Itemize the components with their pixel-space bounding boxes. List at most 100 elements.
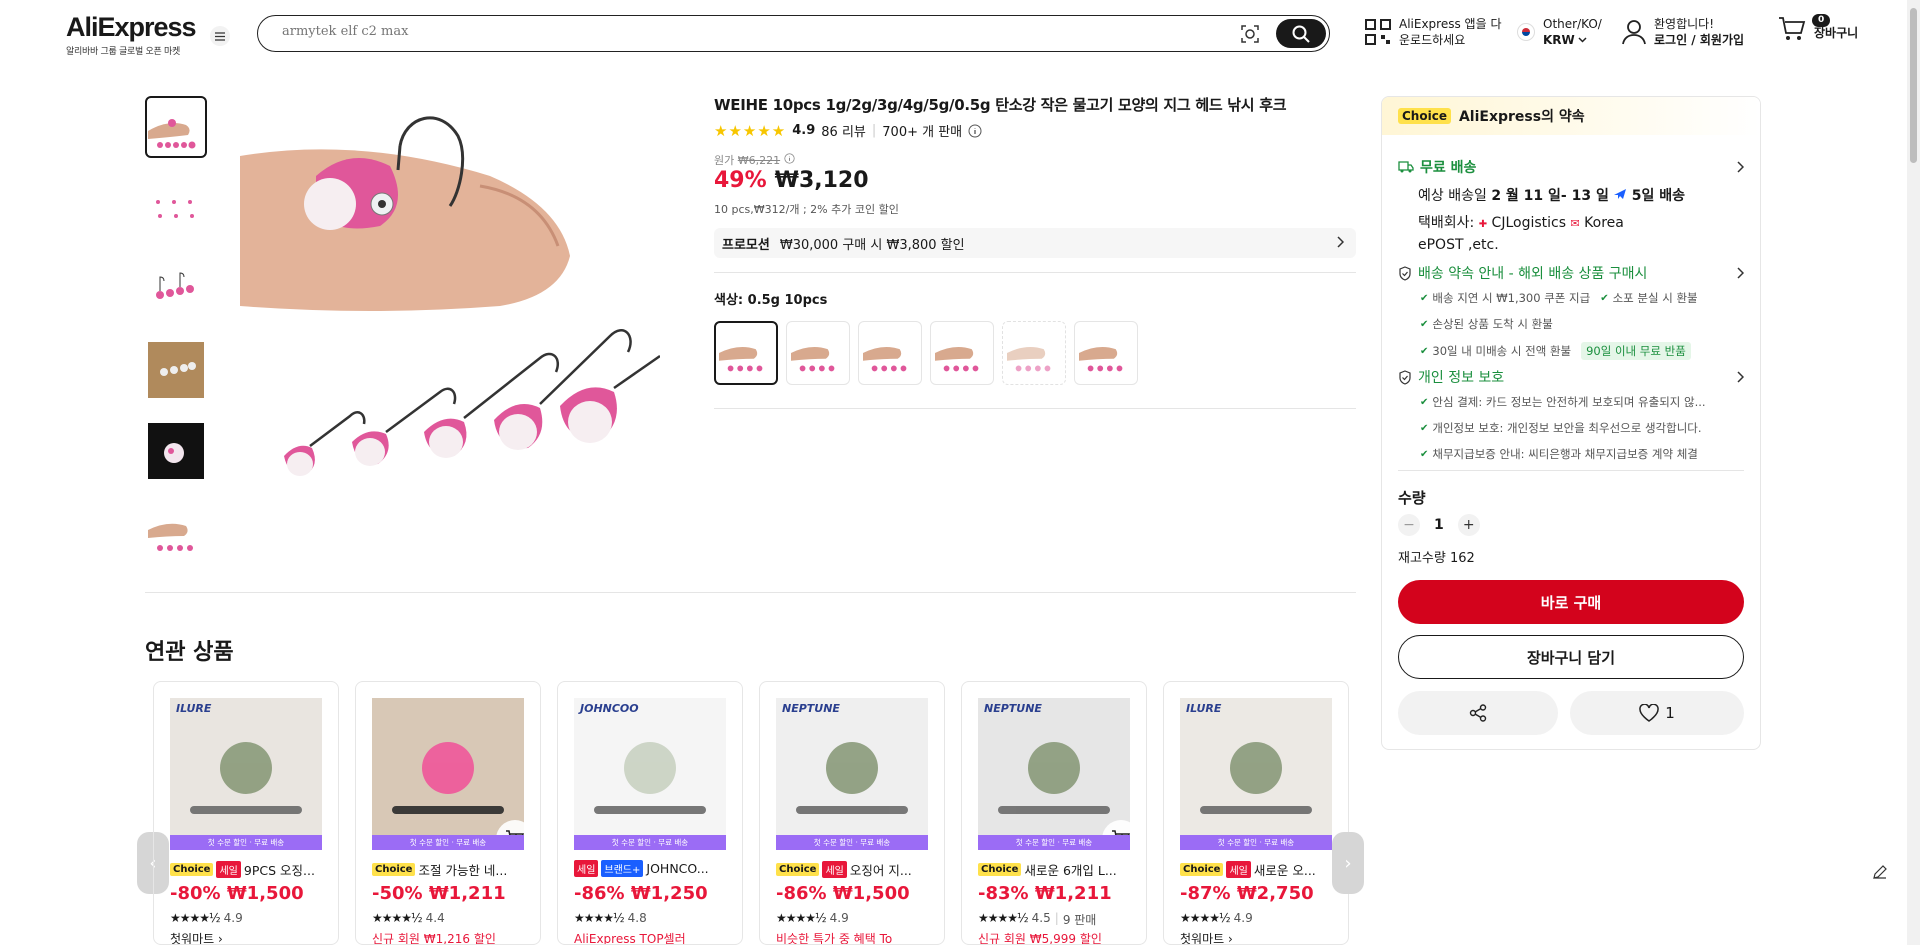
app-line-2: 운로드하세요 <box>1399 33 1466 47</box>
product-tag: 세일 <box>822 861 847 878</box>
color-swatch[interactable] <box>786 321 850 385</box>
product-image[interactable] <box>372 698 534 858</box>
carousel-next-button[interactable]: › <box>1332 832 1364 894</box>
carrier-1: CJLogistics <box>1491 215 1567 231</box>
promotion-banner[interactable]: 프로모션 ₩30,000 구매 시 ₩3,800 할인 <box>714 228 1356 258</box>
product-image[interactable]: ILURE <box>1180 698 1332 850</box>
related-product-card[interactable]: ILURE 첫 수문 할인 · 무료 배송 Choice 세일 새로운 오... -… <box>1163 681 1349 945</box>
scrollbar-thumb[interactable] <box>1910 8 1917 163</box>
promo-ribbon: 첫 수문 할인 · 무료 배송 <box>170 835 322 850</box>
info-icon[interactable] <box>968 124 982 138</box>
cj-logo-icon: ✚ <box>1478 219 1488 230</box>
user-icon <box>1622 20 1646 45</box>
rating-stars-icon: ★★★★★ <box>714 121 787 140</box>
rating-value: 4.9 <box>223 911 243 925</box>
image-search-icon[interactable] <box>1239 23 1261 49</box>
shipping-section[interactable]: 무료 배송 예상 배송일 2 월 11 일- 13 일 5일 배송 택배회사: … <box>1398 157 1744 255</box>
check-icon: ✔ <box>1420 318 1429 330</box>
promo-line: 신규 회원 ₩5,999 할인 <box>978 932 1102 945</box>
color-swatch-selected[interactable] <box>714 321 778 385</box>
page-scrollbar[interactable] <box>1907 0 1920 945</box>
color-swatch[interactable] <box>930 321 994 385</box>
guarantee-item: 소포 분실 시 환불 <box>1612 291 1698 305</box>
related-product-card[interactable]: JOHNCOO 첫 수문 할인 · 무료 배송 세일 브랜드+ JOHNCO... … <box>557 681 743 945</box>
qr-code-icon <box>1365 19 1391 45</box>
color-swatch[interactable] <box>858 321 922 385</box>
check-icon: ✔ <box>1420 345 1429 357</box>
locale-selector[interactable]: Other/KO/KRW <box>1517 16 1602 48</box>
color-swatches <box>714 321 1138 385</box>
price-row: 49% ₩3,120 <box>714 168 869 193</box>
stock-count: 재고수량 162 <box>1398 551 1475 566</box>
privacy-item: 안심 결제: 카드 정보는 안전하게 보호되며 유출되지 않... <box>1432 395 1706 409</box>
increase-button[interactable]: + <box>1457 514 1480 536</box>
chevron-right-icon <box>1737 371 1744 383</box>
divider <box>145 592 1356 593</box>
related-product-card[interactable]: ILURE 첫 수문 할인 · 무료 배송 Choice 세일 9PCS 오징...… <box>153 681 339 945</box>
feedback-button[interactable] <box>1866 858 1894 886</box>
promo-ribbon: 첫 수문 할인 · 무료 배송 <box>776 835 928 850</box>
decrease-button[interactable]: − <box>1398 514 1420 536</box>
thumbnail[interactable] <box>145 96 207 158</box>
quantity-stepper: − 1 + <box>1398 514 1744 536</box>
rating-row: ★★★★½ 4.8 <box>574 911 647 925</box>
thumbnail[interactable] <box>145 339 207 401</box>
choice-title: AliExpress의 약속 <box>1458 109 1585 125</box>
cart-link[interactable]: 0 장바구니 <box>1778 14 1858 42</box>
product-image[interactable]: ILURE <box>170 698 322 850</box>
color-swatch[interactable] <box>1074 321 1138 385</box>
guarantee-section[interactable]: 배송 약속 안내 - 해외 배송 상품 구매시 ✔ 배송 지연 시 ₩1,300 … <box>1398 263 1744 360</box>
promo-line: AliExpress TOP셀러 <box>574 932 686 945</box>
app-download-link[interactable]: AliExpress 앱을 다 운로드하세요 <box>1365 16 1501 48</box>
heart-icon <box>1639 704 1659 722</box>
thumbnail[interactable] <box>145 258 207 320</box>
wishlist-button[interactable]: 1 <box>1570 691 1744 735</box>
product-name: 새로운 오... <box>1253 863 1316 878</box>
share-button[interactable] <box>1398 691 1558 735</box>
color-swatch-unavailable[interactable] <box>1002 321 1066 385</box>
rating-row: ★★★★½ 4.9 <box>1180 911 1253 925</box>
promo-line: 신규 회원 ₩1,216 할인 <box>372 932 496 945</box>
logo-text: AliExpress <box>66 12 197 42</box>
store-link[interactable]: 첫워마트 › <box>1180 930 1233 944</box>
buy-now-button[interactable]: 바로 구매 <box>1398 580 1744 624</box>
product-price: -80% ₩1,500 <box>170 883 304 904</box>
category-menu-button[interactable] <box>210 26 230 46</box>
thumbnail[interactable] <box>145 501 207 563</box>
review-count-link[interactable]: 86 리뷰 <box>821 121 866 140</box>
product-tag: Choice <box>1180 863 1224 876</box>
rating-stars-icon: ★★★★½ <box>776 911 827 925</box>
thumbnail[interactable] <box>145 420 207 482</box>
search-icon <box>1292 25 1310 43</box>
search-input[interactable] <box>282 24 1182 39</box>
product-tag: Choice <box>170 863 214 876</box>
aliexpress-logo[interactable]: AliExpress 알리바바 그룹 글로벌 오픈 마켓 <box>66 12 197 57</box>
add-to-cart-button[interactable]: 장바구니 담기 <box>1398 635 1744 679</box>
related-product-card[interactable]: NEPTUNE 첫 수문 할인 · 무료 배송 Choice 새로운 6개입 L.… <box>961 681 1147 945</box>
main-product-image[interactable] <box>240 96 661 528</box>
product-name-row: 세일 브랜드+ JOHNCO... <box>574 860 734 877</box>
thumbnail[interactable] <box>145 177 207 239</box>
quantity-value[interactable]: 1 <box>1434 517 1444 533</box>
search-button[interactable] <box>1276 19 1326 48</box>
related-product-card[interactable]: NEPTUNE 첫 수문 할인 · 무료 배송 Choice 세일 오징어 지...… <box>759 681 945 945</box>
plane-icon <box>1614 189 1627 199</box>
product-image[interactable]: JOHNCOO <box>574 698 726 850</box>
store-link[interactable]: 첫워마트 › <box>170 930 223 944</box>
product-tag: 세일 <box>216 861 241 878</box>
related-product-card[interactable]: 첫 수문 할인 · 무료 배송 Choice 조절 가능한 네... -50% ₩… <box>355 681 541 945</box>
product-image[interactable]: NEPTUNE <box>776 698 928 850</box>
product-price: -83% ₩1,211 <box>978 883 1112 904</box>
shield-check-icon <box>1399 369 1411 385</box>
info-icon[interactable] <box>784 153 795 164</box>
account-menu[interactable]: 환영합니다! 로그인 / 회원가입 <box>1622 16 1744 48</box>
divider <box>714 272 1356 273</box>
login-signup-link[interactable]: 로그인 / 회원가입 <box>1654 33 1744 47</box>
privacy-section[interactable]: 개인 정보 보호 ✔ 안심 결제: 카드 정보는 안전하게 보호되며 유출되지 않… <box>1398 367 1744 462</box>
sale-price: ₩3,120 <box>774 168 869 193</box>
delivery-days: 5일 배송 <box>1631 188 1686 204</box>
rating-value: 4.9 <box>792 123 816 138</box>
product-image[interactable]: NEPTUNE <box>978 698 1140 858</box>
product-name: 조절 가능한 네... <box>418 863 508 878</box>
logo-subtitle: 알리바바 그룹 글로벌 오픈 마켓 <box>66 47 180 57</box>
